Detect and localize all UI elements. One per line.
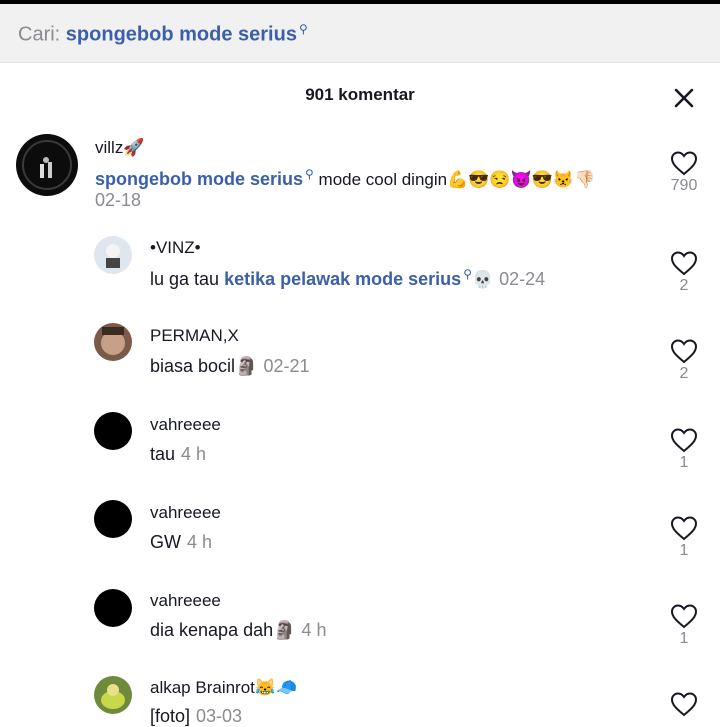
comment-username[interactable]: •VINZ• xyxy=(150,238,201,258)
like-button[interactable]: 2 xyxy=(664,338,704,383)
comment-date: 02-18 xyxy=(95,190,142,210)
close-button[interactable] xyxy=(670,84,698,112)
comment-text: lu ga tau ketika pelawak mode serius ⚲💀 02… xyxy=(150,267,545,290)
avatar[interactable] xyxy=(94,236,132,274)
like-count: 2 xyxy=(679,277,689,294)
comment-date: 4 h xyxy=(181,444,207,464)
search-icon: ⚲ xyxy=(298,22,308,36)
like-button[interactable]: 2 xyxy=(664,250,704,295)
comment-date: 02-24 xyxy=(499,269,546,289)
like-count: 1 xyxy=(679,630,689,647)
avatar[interactable] xyxy=(16,134,78,196)
comment-username[interactable]: alkap Brainrot😹🧢 xyxy=(150,678,297,698)
heart-icon xyxy=(670,339,698,364)
comment-text: tau 4 h xyxy=(150,444,206,465)
search-icon: ⚲ xyxy=(463,267,472,281)
search-text[interactable]: Cari: spongebob mode serius ⚲ xyxy=(18,22,308,47)
comment-text: biasa bocil🗿 02-21 xyxy=(150,356,310,377)
comment-body: lu ga tau xyxy=(150,269,225,289)
avatar[interactable] xyxy=(94,589,132,627)
like-count: 1 xyxy=(679,542,689,559)
search-link[interactable]: spongebob mode serius xyxy=(95,169,303,189)
avatar[interactable] xyxy=(94,500,132,538)
comment-text: spongebob mode serius ⚲ mode cool dingin💪… xyxy=(95,167,595,190)
comment-username[interactable]: PERMAN,X xyxy=(150,326,239,346)
heart-icon xyxy=(670,251,698,276)
comment-body: biasa bocil🗿 xyxy=(150,356,258,376)
comment-body: GW xyxy=(150,532,181,552)
like-button[interactable]: 1 xyxy=(664,427,704,472)
like-button[interactable]: 1 xyxy=(664,515,704,560)
like-button[interactable] xyxy=(664,691,704,717)
search-icon: ⚲ xyxy=(305,167,314,181)
like-count: 790 xyxy=(670,177,698,194)
comment-date: 4 h xyxy=(187,532,213,552)
avatar[interactable] xyxy=(94,412,132,450)
heart-icon xyxy=(670,516,698,541)
heart-icon xyxy=(670,151,698,176)
comment-date: 4 h xyxy=(301,620,327,640)
comment-body: dia kenapa dah🗿 xyxy=(150,620,296,640)
heart-icon xyxy=(670,428,698,453)
like-count: 2 xyxy=(679,365,689,382)
search-link[interactable]: ketika pelawak mode serius xyxy=(224,269,461,289)
avatar[interactable] xyxy=(94,676,132,714)
comment-count: 901 komentar xyxy=(305,85,415,104)
comment-username[interactable]: vahreeee xyxy=(150,591,221,611)
like-count: 1 xyxy=(679,454,689,471)
search-bar[interactable]: Cari: spongebob mode serius ⚲ xyxy=(0,4,720,63)
comment-username[interactable]: vahreeee xyxy=(150,503,221,523)
comment-date: 03-03 xyxy=(196,706,243,726)
comment-username[interactable]: vahreeee xyxy=(150,415,221,435)
search-query[interactable]: spongebob mode serius xyxy=(66,24,297,46)
comment-text: dia kenapa dah🗿 4 h xyxy=(150,620,327,641)
like-button[interactable]: 790 xyxy=(664,150,704,195)
search-prefix: Cari: xyxy=(18,23,61,46)
heart-icon xyxy=(670,604,698,629)
comment-body: [foto] xyxy=(150,706,191,726)
like-button[interactable]: 1 xyxy=(664,603,704,648)
comment-body: mode cool dingin💪😎😒😈😎😾👎🏻 xyxy=(313,170,596,189)
heart-icon xyxy=(670,692,698,717)
comment-text: GW 4 h xyxy=(150,532,212,553)
comment-emoji: 💀 xyxy=(471,270,494,289)
comment-username[interactable]: villz🚀 xyxy=(95,138,145,158)
comment-body: tau xyxy=(150,444,176,464)
comment-date: 02-21 xyxy=(263,356,310,376)
close-icon xyxy=(674,88,694,108)
avatar[interactable] xyxy=(94,323,132,361)
